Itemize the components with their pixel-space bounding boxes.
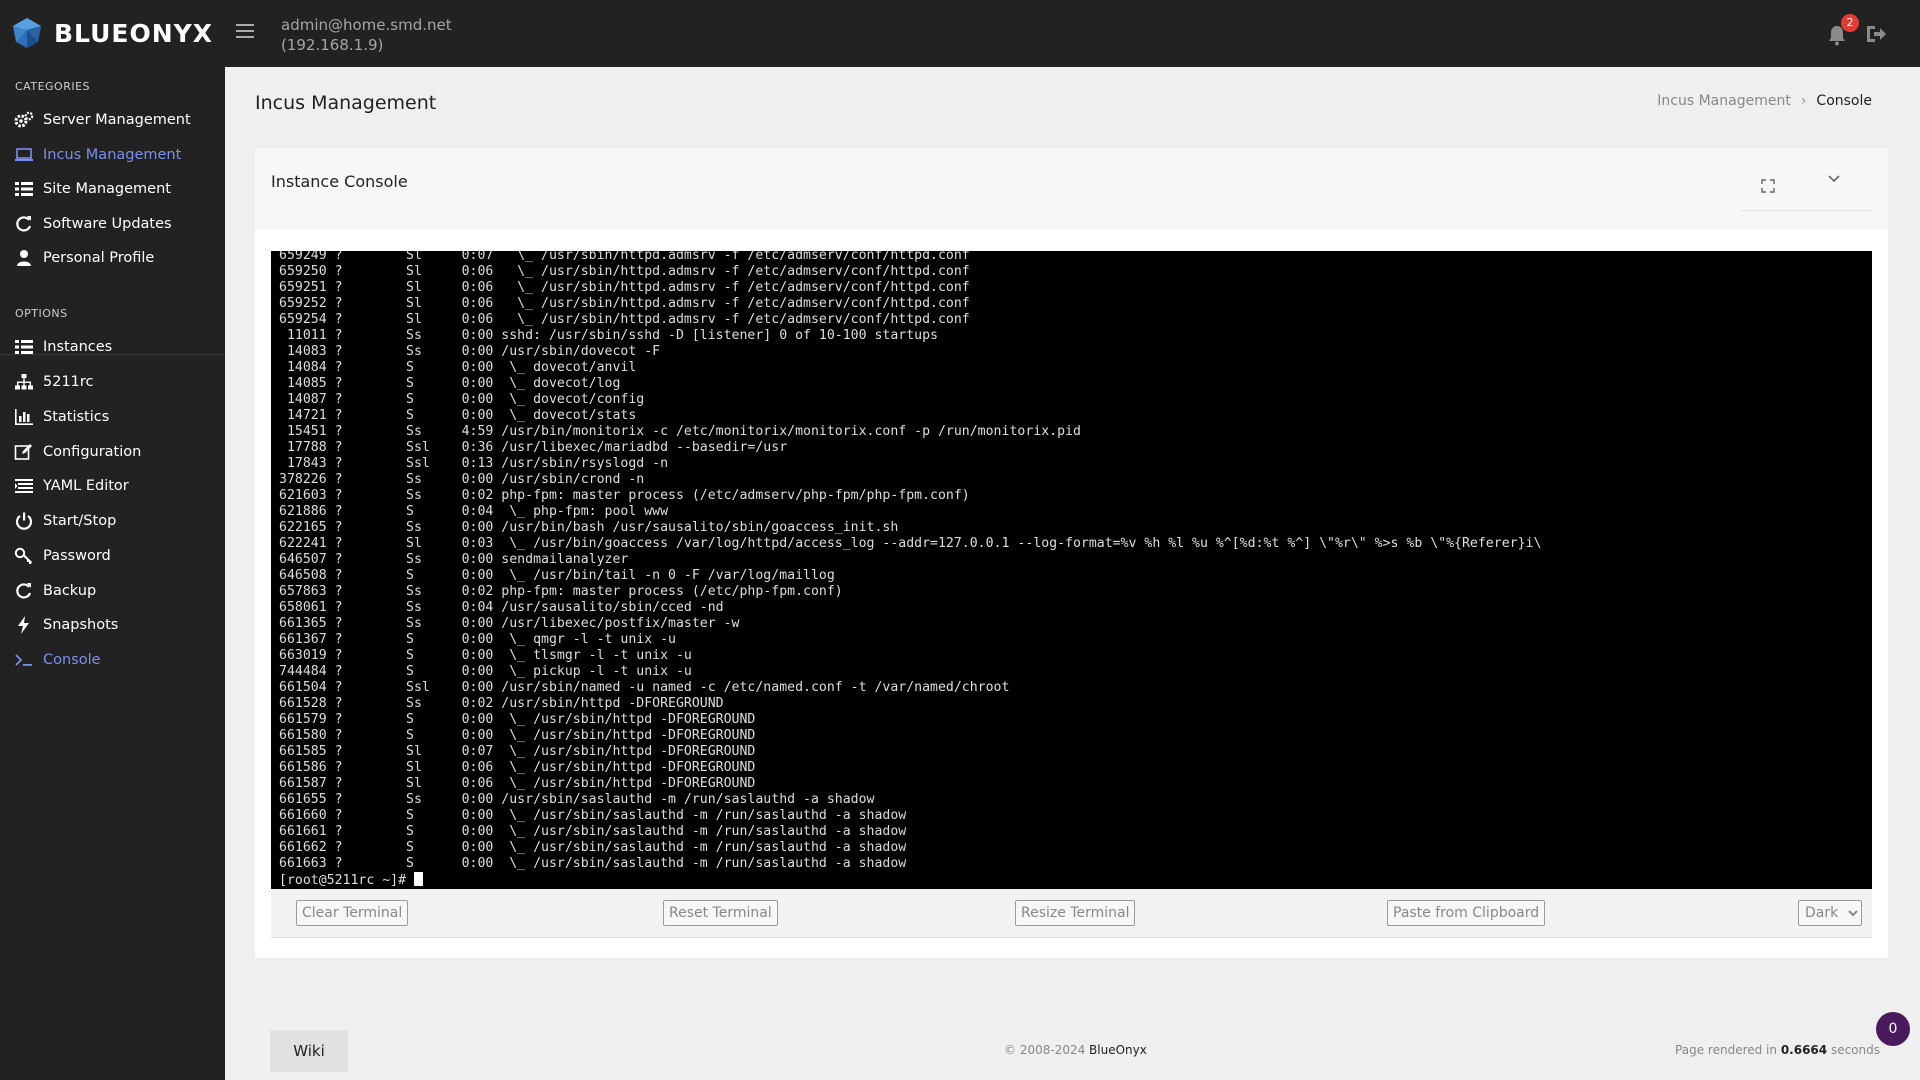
sidebar-item-label: Password [43,548,111,564]
copyright-text: © 2008-2024 BlueOnyx [1004,1043,1147,1057]
copyright-brand[interactable]: BlueOnyx [1089,1043,1147,1057]
sidebar-item-label: Start/Stop [43,513,117,529]
header-divider [1741,210,1873,211]
sidebar-item-yaml-editor[interactable]: YAML Editor [14,473,219,499]
laptop-icon [14,146,34,164]
breadcrumb-link-incus-management[interactable]: Incus Management [1657,93,1791,109]
user-email: admin@home.smd.net [281,16,452,34]
terminal-window[interactable]: 659249 ? Sl 0:07 \_ /usr/sbin/httpd.adms… [271,251,1872,889]
resize-terminal-button[interactable]: Resize Terminal [1015,900,1136,926]
sidebar-item-start-stop[interactable]: Start/Stop [14,508,219,534]
bar-chart-icon [14,408,34,426]
top-bar: BLUEONYX admin@home.smd.net (192.168.1.9… [0,0,1920,67]
sidebar-item-configuration[interactable]: Configuration [14,439,219,465]
paste-from-clipboard-button[interactable]: Paste from Clipboard [1387,900,1546,926]
sidebar-item-label: Incus Management [43,147,182,163]
render-suffix: seconds [1827,1043,1880,1057]
sidebar-item-label: Site Management [43,181,171,197]
clear-terminal-button[interactable]: Clear Terminal [296,900,409,926]
gears-icon [14,111,34,129]
render-prefix: Page rendered in [1675,1043,1781,1057]
sidebar-item-label: 5211rc [43,374,94,390]
logout-icon[interactable] [1865,24,1887,44]
sidebar-item-incus-management[interactable]: Incus Management [14,142,219,168]
sidebar-item-site-management[interactable]: Site Management [14,176,219,202]
theme-select[interactable]: Dark [1798,900,1862,926]
user-ip: (192.168.1.9) [281,36,384,54]
wiki-button[interactable]: Wiki [270,1030,348,1072]
sidebar-item-label: Configuration [43,444,142,460]
sidebar-item-label: Server Management [43,112,191,128]
terminal-lines: 659249 ? Sl 0:07 \_ /usr/sbin/httpd.adms… [279,251,1542,871]
list-icon [14,180,34,198]
reset-terminal-button[interactable]: Reset Terminal [663,900,778,926]
sidebar-item-console[interactable]: Console [14,647,219,673]
sidebar-item-personal-profile[interactable]: Personal Profile [14,245,219,271]
sidebar-item-snapshots[interactable]: Snapshots [14,612,219,638]
sidebar-item-label: Snapshots [43,617,119,633]
sidebar-item-label: Console [43,652,101,668]
menu-toggle-icon[interactable] [236,24,254,38]
sidebar-item-instances[interactable]: Instances [14,334,219,360]
user-info: admin@home.smd.net (192.168.1.9) [281,15,452,55]
categories-title: CATEGORIES [15,80,91,93]
render-time-text: Page rendered in 0.6664 seconds [1675,1043,1880,1057]
key-icon [14,547,34,565]
options-title: OPTIONS [15,307,68,320]
blueonyx-gem-icon [13,18,41,48]
terminal-cursor [413,872,423,886]
sidebar: CATEGORIES Server Management Incus Manag… [0,67,225,1080]
chevron-down-icon[interactable] [1827,174,1841,184]
terminal-icon [14,651,34,669]
sidebar-item-statistics[interactable]: Statistics [14,404,219,430]
console-card: Instance Console 659249 ? Sl 0:07 \_ /us… [255,148,1888,958]
terminal-toolbar: Clear Terminal Reset Terminal Resize Ter… [271,889,1872,938]
render-time-value: 0.6664 [1780,1043,1828,1057]
card-title: Instance Console [271,172,408,191]
sidebar-item-5211rc[interactable]: 5211rc [14,369,219,395]
brand-name: BLUEONYX [54,18,214,48]
sidebar-item-label: Personal Profile [43,250,155,266]
brand-logo[interactable]: BLUEONYX [10,16,213,50]
sidebar-item-label: Software Updates [43,216,172,232]
refresh-icon [14,582,34,600]
terminal-prompt: [root@5211rc ~]# [279,873,414,888]
sidebar-item-label: YAML Editor [43,478,129,494]
sidebar-item-label: Backup [43,583,97,599]
fullscreen-icon[interactable] [1761,179,1775,193]
sidebar-item-password[interactable]: Password [14,543,219,569]
sidebar-item-label: Statistics [43,409,110,425]
copyright-prefix: © 2008-2024 [1004,1043,1090,1057]
bolt-icon [14,616,34,634]
refresh-icon [14,215,34,233]
user-icon [14,249,34,267]
breadcrumb-current: Console [1816,93,1872,109]
sidebar-item-label: Instances [43,339,113,355]
sitemap-icon [14,373,34,391]
breadcrumb-chevron-icon: › [1800,93,1807,109]
edit-icon [14,443,34,461]
sidebar-item-server-management[interactable]: Server Management [14,107,219,133]
notification-badge: 2 [1841,14,1859,32]
breadcrumb: Incus Management › Console [1657,93,1872,109]
card-header: Instance Console [255,148,1888,230]
sidebar-item-backup[interactable]: Backup [14,578,219,604]
page-title: Incus Management [255,92,437,114]
terminal-output: 659249 ? Sl 0:07 \_ /usr/sbin/httpd.adms… [279,251,1541,889]
counter-badge[interactable]: 0 [1876,1012,1910,1046]
yaml-icon [14,477,34,495]
list-icon [14,338,34,356]
sidebar-item-software-updates[interactable]: Software Updates [14,211,219,237]
power-icon [14,512,34,530]
